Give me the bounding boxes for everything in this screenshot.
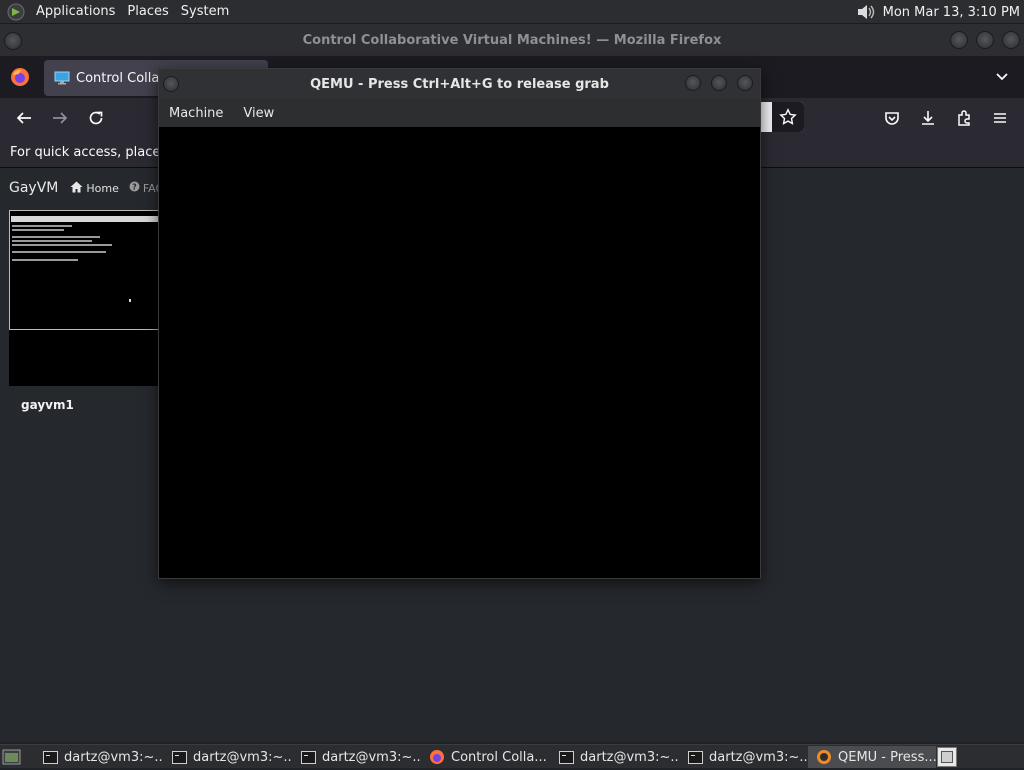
vm-thumbnail-cursor bbox=[129, 299, 131, 302]
downloads-icon[interactable] bbox=[916, 106, 940, 130]
terminal-icon bbox=[171, 750, 187, 764]
taskbar-item-terminal-3[interactable]: dartz@vm3:~... bbox=[292, 746, 420, 768]
site-navbar: GayVM Home ? FAQ bbox=[0, 176, 174, 200]
qemu-maximize-button[interactable] bbox=[711, 75, 727, 91]
qemu-menubar: Machine View bbox=[159, 99, 760, 127]
taskbar-item-qemu[interactable]: QEMU - Press... bbox=[808, 746, 936, 768]
taskbar-item-label: dartz@vm3:~... bbox=[64, 749, 162, 765]
pocket-icon[interactable] bbox=[880, 106, 904, 130]
monitor-icon bbox=[54, 71, 70, 85]
show-desktop-icon[interactable] bbox=[2, 748, 22, 766]
home-icon bbox=[70, 181, 83, 196]
system-menu[interactable]: System bbox=[175, 4, 235, 19]
nav-home-link[interactable]: Home bbox=[70, 181, 119, 196]
workspace-1[interactable] bbox=[941, 751, 953, 763]
terminal-icon bbox=[558, 750, 574, 764]
taskbar-item-firefox[interactable]: Control Colla... bbox=[421, 746, 549, 768]
bookmarks-hint: For quick access, place yo bbox=[10, 145, 181, 160]
terminal-icon bbox=[42, 750, 58, 764]
extensions-icon[interactable] bbox=[952, 106, 976, 130]
qemu-close-button[interactable] bbox=[737, 75, 753, 91]
qemu-titlebar[interactable]: QEMU - Press Ctrl+Alt+G to release grab bbox=[159, 69, 760, 99]
places-menu[interactable]: Places bbox=[121, 4, 174, 19]
taskbar-item-label: dartz@vm3:~... bbox=[580, 749, 678, 765]
taskbar-item-terminal-5[interactable]: dartz@vm3:~... bbox=[679, 746, 807, 768]
qemu-icon bbox=[816, 750, 832, 764]
top-panel-tray: Mon Mar 13, 3:10 PM bbox=[855, 0, 1020, 24]
reload-icon[interactable] bbox=[84, 106, 108, 130]
bottom-taskbar: dartz@vm3:~... dartz@vm3:~... dartz@vm3:… bbox=[0, 744, 1024, 768]
firefox-window-title: Control Collaborative Virtual Machines! … bbox=[302, 32, 722, 48]
question-circle-icon: ? bbox=[129, 181, 140, 195]
vm-thumbnail-window-titlebar bbox=[11, 216, 159, 222]
clock[interactable]: Mon Mar 13, 3:10 PM bbox=[883, 5, 1020, 20]
hamburger-menu-icon[interactable] bbox=[988, 106, 1012, 130]
bookmark-star-icon[interactable] bbox=[772, 102, 804, 132]
svg-text:?: ? bbox=[132, 183, 137, 192]
taskbar-item-label: dartz@vm3:~... bbox=[193, 749, 291, 765]
taskbar-item-terminal-1[interactable]: dartz@vm3:~... bbox=[34, 746, 162, 768]
qemu-window-title: QEMU - Press Ctrl+Alt+G to release grab bbox=[310, 76, 609, 92]
qemu-display[interactable] bbox=[159, 127, 760, 578]
workspace-switcher[interactable] bbox=[937, 747, 957, 767]
site-brand[interactable]: GayVM bbox=[0, 180, 70, 196]
qemu-machine-menu[interactable]: Machine bbox=[159, 106, 233, 121]
maximize-button[interactable] bbox=[976, 31, 994, 49]
minimize-button[interactable] bbox=[950, 31, 968, 49]
tab-title: Control Collab bbox=[76, 70, 168, 86]
taskbar-item-label: dartz@vm3:~... bbox=[709, 749, 807, 765]
mate-logo-icon[interactable] bbox=[6, 2, 26, 22]
volume-icon[interactable] bbox=[855, 2, 877, 22]
close-button[interactable] bbox=[1002, 31, 1020, 49]
back-arrow-icon[interactable] bbox=[12, 106, 36, 130]
firefox-view-icon[interactable] bbox=[10, 67, 30, 87]
window-menu-button[interactable] bbox=[4, 32, 22, 50]
taskbar-item-label: Control Colla... bbox=[451, 749, 547, 765]
list-all-tabs-chevron-down-icon[interactable] bbox=[994, 68, 1014, 86]
taskbar-item-terminal-2[interactable]: dartz@vm3:~... bbox=[163, 746, 291, 768]
qemu-view-menu[interactable]: View bbox=[233, 106, 284, 121]
taskbar-item-label: dartz@vm3:~... bbox=[322, 749, 420, 765]
taskbar-item-terminal-4[interactable]: dartz@vm3:~... bbox=[550, 746, 678, 768]
qemu-window: QEMU - Press Ctrl+Alt+G to release grab … bbox=[158, 68, 761, 579]
vm-name-label[interactable]: gayvm1 bbox=[21, 398, 74, 412]
firefox-icon bbox=[429, 750, 445, 764]
terminal-icon bbox=[300, 750, 316, 764]
firefox-titlebar[interactable]: Control Collaborative Virtual Machines! … bbox=[0, 24, 1024, 56]
qemu-window-menu-button[interactable] bbox=[163, 76, 179, 92]
vm-thumbnail-screen bbox=[9, 210, 159, 330]
vm-thumbnail[interactable] bbox=[9, 210, 159, 386]
terminal-icon bbox=[687, 750, 703, 764]
qemu-minimize-button[interactable] bbox=[685, 75, 701, 91]
nav-home-label: Home bbox=[86, 181, 119, 195]
taskbar-item-label: QEMU - Press... bbox=[838, 749, 936, 765]
forward-arrow-icon[interactable] bbox=[48, 106, 72, 130]
applications-menu[interactable]: Applications bbox=[30, 4, 121, 19]
